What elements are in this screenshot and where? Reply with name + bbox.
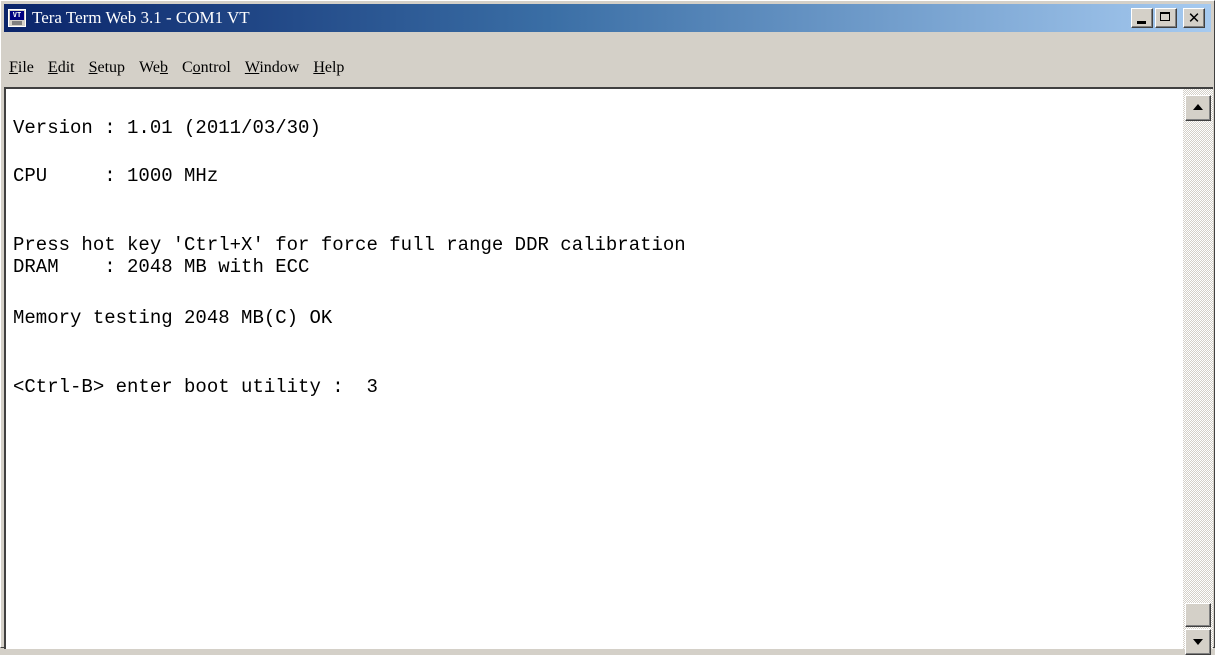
menu-web-label-pre: We [139,59,160,76]
terminal-line-version: Version : 1.01 (2011/03/30) [13,117,321,139]
scrollbar-thumb[interactable] [1185,603,1211,627]
menu-file[interactable]: File [4,56,41,80]
menu-edit[interactable]: Edit [41,56,82,80]
close-icon: ✕ [1187,9,1201,27]
scroll-up-button[interactable] [1185,95,1211,121]
minimize-button[interactable] [1131,8,1153,28]
arrow-down-icon [1193,639,1203,645]
terminal-screen[interactable]: Version : 1.01 (2011/03/30) CPU : 1000 M… [6,89,1181,649]
menu-control-label-pre: C [181,59,193,76]
minimize-icon [1137,21,1146,24]
maximize-button[interactable] [1155,8,1177,28]
terminal-line-memory-test: Memory testing 2048 MB(C) OK [13,307,333,329]
terminal-line-cpu: CPU : 1000 MHz [13,165,219,187]
menu-web-accelerator: b [159,59,168,76]
menu-bar: File Edit Setup Web Control Window Help [4,53,1211,83]
menu-setup-label-post: etup [97,59,126,76]
vertical-scrollbar[interactable] [1183,89,1213,655]
terminal-window: VT Tera Term Web 3.1 - COM1 VT ✕ File Ed… [0,0,1215,655]
menu-edit-accelerator: E [47,59,58,76]
menu-file-accelerator: F [9,59,18,76]
menu-control-accelerator: o [192,59,201,76]
menu-edit-label-post: dit [57,59,75,76]
maximize-icon [1160,12,1170,21]
menu-window[interactable]: Window [238,56,306,80]
menu-window-accelerator: W [244,59,260,76]
terminal-line-dram: DRAM : 2048 MB with ECC [13,256,310,278]
menu-help-label-post: elp [324,59,345,76]
terminal-line-boot-utility: <Ctrl-B> enter boot utility : 3 [13,376,378,398]
window-title: Tera Term Web 3.1 - COM1 VT [32,8,250,27]
teraterm-vt-icon[interactable]: VT [8,9,26,27]
menu-window-label-post: indow [259,59,300,76]
menu-control-label-post: ntrol [200,59,231,76]
close-button[interactable]: ✕ [1183,8,1205,28]
menu-help-accelerator: H [313,59,325,76]
terminal-line-hotkey: Press hot key 'Ctrl+X' for force full ra… [13,234,686,256]
arrow-up-icon [1193,104,1203,110]
menu-setup[interactable]: Setup [82,56,132,80]
menu-help[interactable]: Help [306,56,351,80]
menu-web[interactable]: Web [132,56,175,80]
menu-file-label-post: ile [17,59,34,76]
scroll-down-button[interactable] [1185,629,1211,655]
terminal-frame: Version : 1.01 (2011/03/30) CPU : 1000 M… [4,87,1213,655]
menu-control[interactable]: Control [175,56,238,80]
title-bar[interactable]: VT Tera Term Web 3.1 - COM1 VT ✕ [4,4,1211,32]
